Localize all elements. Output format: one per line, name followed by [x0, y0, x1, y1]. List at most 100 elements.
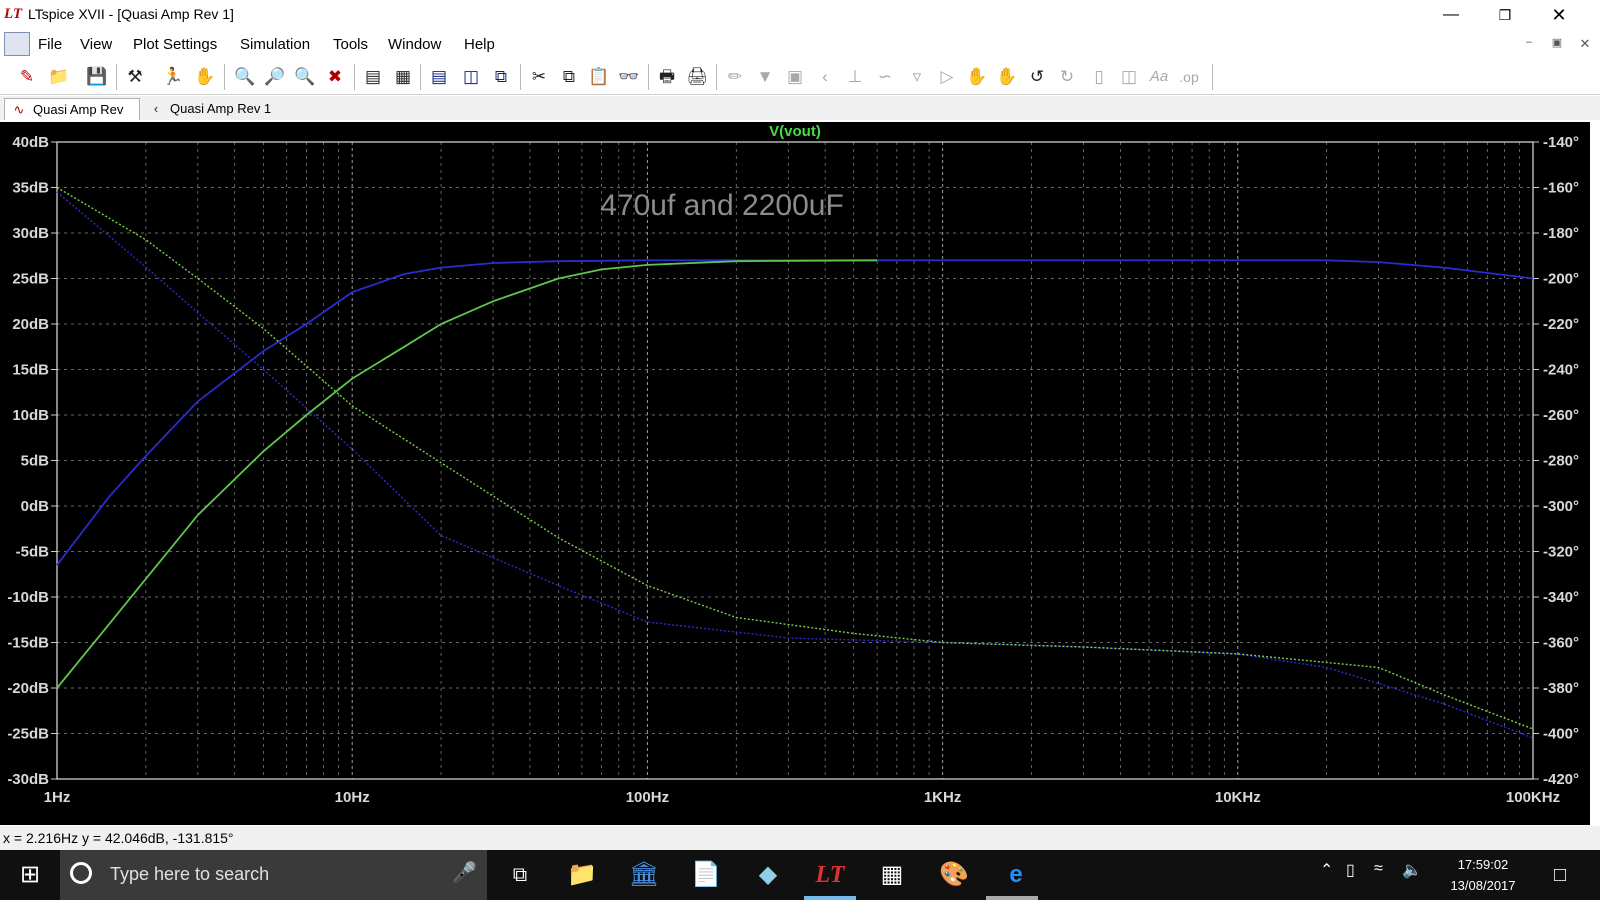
spice-directive-icon[interactable]: .op — [1176, 64, 1202, 90]
toolbar-separator — [520, 64, 521, 90]
y-tick-label: 25dB — [12, 271, 49, 288]
y-tick-label: -10dB — [7, 589, 49, 606]
taskbar-clock[interactable]: 17:59:02 13/08/2017 — [1438, 854, 1528, 896]
calculator-icon[interactable]: ▦ — [862, 850, 922, 900]
y-tick-label: 20dB — [12, 316, 49, 333]
task-view-icon[interactable]: ⧉ — [490, 850, 550, 900]
ltspice-taskbar-icon[interactable]: LT — [800, 850, 860, 900]
magnitude-trace-1 — [56, 259, 878, 689]
toolbar-separator — [716, 64, 717, 90]
zoom-out-icon[interactable]: 🔍 — [292, 64, 318, 90]
paint-app-icon[interactable]: 🎨 — [924, 850, 984, 900]
y2-tick-label: -300° — [1543, 498, 1579, 515]
text-icon[interactable]: Aa — [1146, 64, 1172, 90]
print-setup-icon[interactable]: 🖨 — [684, 64, 710, 90]
y2-tick-label: -160° — [1543, 180, 1579, 197]
control-panel-icon[interactable]: ⚒ — [122, 64, 148, 90]
volume-icon[interactable]: 🔈 — [1402, 860, 1422, 880]
tile-horizontal-icon[interactable]: ▤ — [426, 64, 452, 90]
ground-icon[interactable]: ▼ — [752, 64, 778, 90]
resistor-icon[interactable]: ‹ — [812, 64, 838, 90]
windows-start-icon[interactable]: ⊞ — [0, 850, 60, 900]
waveform-plot[interactable]: 1Hz 10Hz 100Hz 1KHz 10KHz 100KHz 40dB -140° 35dB… — [0, 122, 1590, 825]
y-tick-label: 35dB — [12, 180, 49, 197]
zoom-area-icon[interactable]: 🔍 — [232, 64, 258, 90]
toolbar-separator — [116, 64, 117, 90]
menu-window[interactable]: Window — [388, 36, 441, 53]
phase-trace-2 — [56, 191, 1534, 739]
tile-vertical-icon[interactable]: ◫ — [458, 64, 484, 90]
mdi-close-icon[interactable]: ✕ — [1573, 36, 1597, 54]
mdi-restore-icon[interactable]: ▣ — [1545, 36, 1569, 54]
minimize-icon[interactable]: — — [1428, 0, 1474, 30]
manual-limits-icon[interactable]: ▦ — [390, 64, 416, 90]
y2-tick-label: -380° — [1543, 680, 1579, 697]
y2-tick-label: -220° — [1543, 316, 1579, 333]
tab-schematic[interactable]: ‹ Quasi Amp Rev 1 — [142, 98, 278, 120]
edge-browser-icon[interactable]: e — [986, 850, 1046, 900]
wifi-icon[interactable]: ≈ — [1374, 860, 1383, 878]
menu-help[interactable]: Help — [464, 36, 495, 53]
document-system-menu-icon[interactable] — [4, 32, 30, 56]
mirror-icon[interactable]: ◫ — [1116, 64, 1142, 90]
zoom-fit-icon[interactable]: ✖ — [322, 64, 348, 90]
bank-app-icon[interactable]: 🏛 — [614, 850, 674, 900]
x-tick-label: 10KHz — [1215, 789, 1261, 806]
new-schematic-icon[interactable]: ✎ — [14, 64, 40, 90]
show-hidden-icons-icon[interactable]: ⌃ — [1320, 860, 1333, 880]
menu-plot-settings[interactable]: Plot Settings — [133, 36, 217, 53]
document-app-icon[interactable]: 📄 — [676, 850, 736, 900]
inductor-icon[interactable]: ∽ — [872, 64, 898, 90]
find-icon[interactable]: 👓 — [616, 64, 642, 90]
file-explorer-icon[interactable]: 📁 — [552, 850, 612, 900]
menu-simulation[interactable]: Simulation — [240, 36, 310, 53]
zoom-in-icon[interactable]: 🔎 — [262, 64, 288, 90]
menu-view[interactable]: View — [80, 36, 112, 53]
drag-icon[interactable]: ✋ — [994, 64, 1020, 90]
run-icon[interactable]: 🏃 — [160, 64, 186, 90]
menu-tools[interactable]: Tools — [333, 36, 368, 53]
x-tick-label: 1Hz — [44, 789, 71, 806]
undo-icon[interactable]: ↺ — [1024, 64, 1050, 90]
action-center-icon[interactable]: □ — [1530, 850, 1590, 900]
waveform-chart[interactable]: 1Hz 10Hz 100Hz 1KHz 10KHz 100KHz 40dB -140° 35dB… — [0, 122, 1590, 825]
tab-waveform[interactable]: ∿ Quasi Amp Rev 1 — [4, 98, 140, 139]
capacitor-icon[interactable]: ⊥ — [842, 64, 868, 90]
menu-file[interactable]: File — [38, 36, 62, 53]
y2-tick-label: -340° — [1543, 589, 1579, 606]
diode-icon[interactable]: ▿ — [904, 64, 930, 90]
store-app-icon[interactable]: ◆ — [738, 850, 798, 900]
x-tick-label: 1KHz — [924, 789, 962, 806]
x-tick-label: 10Hz — [335, 789, 370, 806]
mdi-minimize-icon[interactable]: – — [1517, 36, 1541, 54]
component-icon[interactable]: ▷ — [934, 64, 960, 90]
copy-icon[interactable]: ⧉ — [556, 64, 582, 90]
redo-icon[interactable]: ↻ — [1054, 64, 1080, 90]
waveform-icon: ∿ — [13, 102, 25, 117]
y2-tick-label: -140° — [1543, 134, 1579, 151]
restore-icon[interactable]: ❐ — [1482, 0, 1528, 30]
halt-icon[interactable]: ✋ — [192, 64, 218, 90]
close-icon[interactable]: ✕ — [1536, 0, 1582, 30]
cascade-icon[interactable]: ⧉ — [488, 64, 514, 90]
move-icon[interactable]: ✋ — [964, 64, 990, 90]
y-tick-label: -20dB — [7, 680, 49, 697]
label-icon[interactable]: ▣ — [782, 64, 808, 90]
clock-time: 17:59:02 — [1457, 857, 1509, 872]
microphone-icon[interactable]: 🎤 — [452, 860, 477, 885]
paste-icon[interactable]: 📋 — [586, 64, 612, 90]
title-bar: LT LTspice XVII - [Quasi Amp Rev 1] — ❐ … — [0, 0, 1600, 30]
autorange-icon[interactable]: ▤ — [360, 64, 386, 90]
schematic-icon: ‹ — [153, 101, 159, 116]
wire-icon[interactable]: ✏ — [722, 64, 748, 90]
running-indicator — [986, 896, 1038, 900]
save-icon[interactable]: 💾 — [84, 64, 110, 90]
print-icon[interactable]: 🖶 — [654, 64, 680, 90]
battery-icon[interactable]: ▯ — [1346, 860, 1355, 880]
cut-icon[interactable]: ✂ — [526, 64, 552, 90]
open-icon[interactable]: 📁 — [46, 64, 72, 90]
y-tick-label: 10dB — [12, 407, 49, 424]
y-tick-label: -25dB — [7, 726, 49, 743]
phase-trace-3 — [56, 186, 1534, 730]
rotate-icon[interactable]: ▯ — [1086, 64, 1112, 90]
